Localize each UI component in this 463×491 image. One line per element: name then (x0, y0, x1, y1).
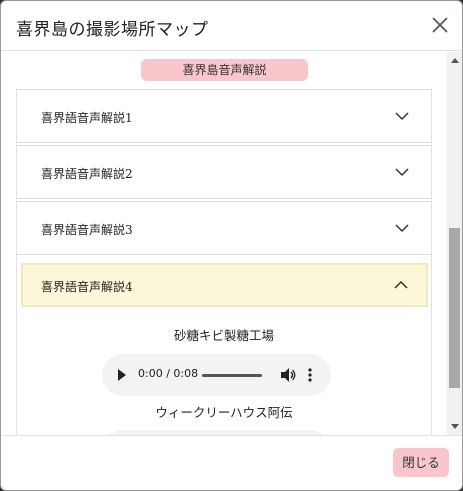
scroll-up-icon[interactable] (451, 58, 459, 63)
accordion-item-2[interactable]: 喜界語音声解説2 (16, 145, 432, 199)
modal-footer: 閉じる (1, 435, 462, 490)
track-title: 砂糖キビ製糖工場 (173, 328, 274, 343)
scrollbar[interactable] (447, 52, 462, 435)
track-title: ウィークリーハウス阿伝 (155, 405, 293, 420)
audio-player[interactable]: 0:00 / 0:08 (102, 354, 331, 396)
modal-dialog: 喜界島の撮影場所マップ 喜界島音声解説 喜界語音声解説1 喜界語音声解説2 喜界… (0, 0, 463, 491)
accordion-item-1[interactable]: 喜界語音声解説1 (16, 89, 432, 143)
chevron-down-icon (395, 112, 409, 121)
scrollbar-thumb[interactable] (449, 228, 460, 388)
accordion-item-3[interactable]: 喜界語音声解説3 (16, 201, 432, 255)
modal-header: 喜界島の撮影場所マップ (1, 1, 462, 51)
modal-title: 喜界島の撮影場所マップ (16, 20, 209, 40)
chevron-up-icon (394, 280, 408, 289)
chevron-down-icon (395, 224, 409, 233)
volume-icon[interactable] (280, 367, 296, 383)
audio-progress-bar[interactable] (202, 374, 262, 377)
close-button[interactable]: 閉じる (393, 448, 449, 477)
more-options-icon[interactable] (305, 367, 315, 383)
chevron-down-icon (395, 168, 409, 177)
accordion-label: 喜界語音声解説2 (41, 167, 133, 181)
audio-time: 0:00 / 0:08 (138, 367, 199, 380)
modal-body[interactable]: 喜界島音声解説 喜界語音声解説1 喜界語音声解説2 喜界語音声解説3 喜界語音声… (1, 52, 462, 435)
accordion-label: 喜界語音声解説4 (41, 280, 133, 294)
accordion-item-4[interactable]: 喜界語音声解説4 (21, 263, 428, 307)
close-icon[interactable] (430, 15, 450, 35)
section-pill: 喜界島音声解説 (141, 59, 308, 81)
scroll-down-icon[interactable] (451, 424, 459, 429)
play-icon[interactable] (118, 369, 126, 381)
accordion-label: 喜界語音声解説1 (41, 111, 133, 125)
accordion-label: 喜界語音声解説3 (41, 223, 133, 237)
